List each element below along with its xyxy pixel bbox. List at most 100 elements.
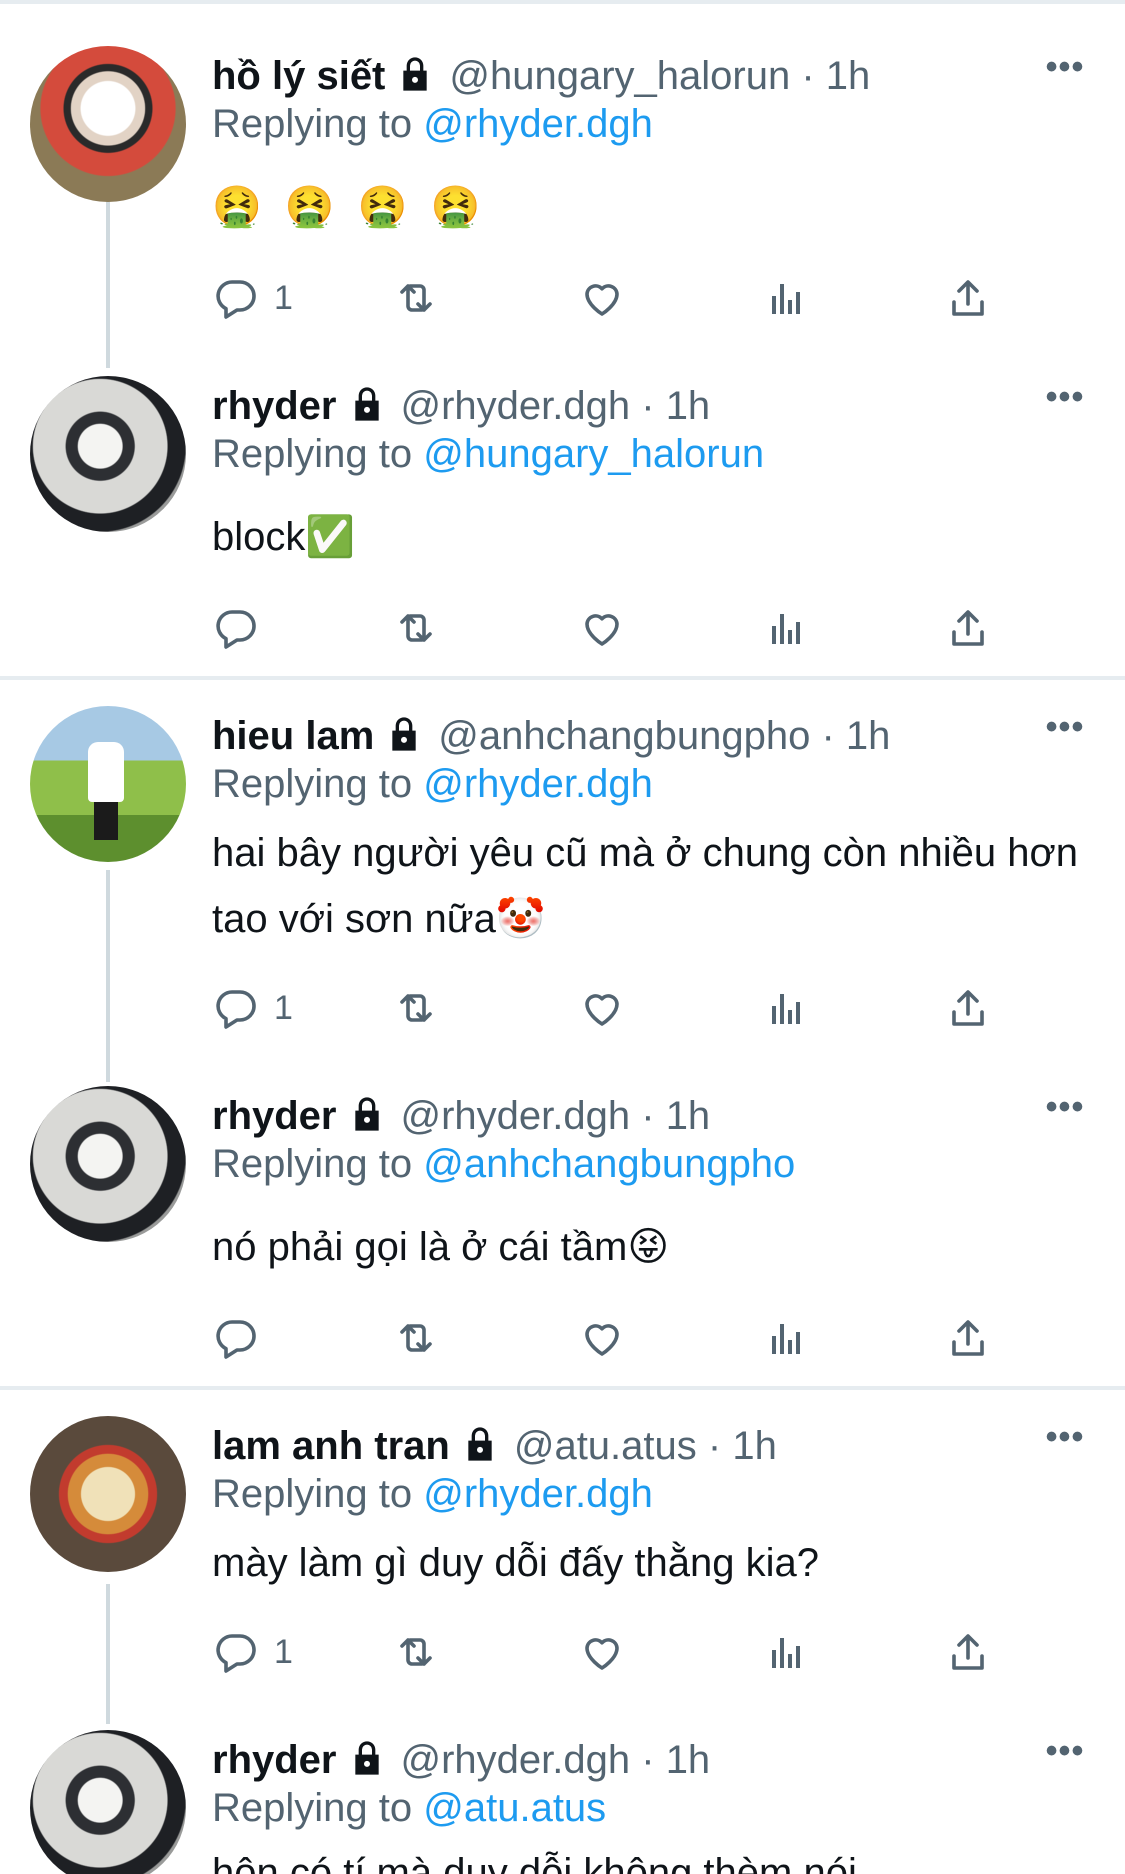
mention-link[interactable]: @atu.atus: [423, 1786, 606, 1830]
tweet-header: hồ lý siết @hungary_halorun · 1h: [212, 50, 870, 102]
display-name[interactable]: rhyder: [212, 1738, 337, 1782]
share-button[interactable]: [944, 978, 992, 1038]
views-icon: [772, 1324, 800, 1354]
like-button[interactable]: [578, 978, 626, 1038]
views-button[interactable]: [762, 1308, 810, 1368]
retweet-button[interactable]: [392, 268, 440, 328]
tweet-actions: [212, 598, 1012, 658]
more-icon[interactable]: •••: [1040, 1090, 1090, 1132]
display-name[interactable]: rhyder: [212, 1094, 337, 1138]
reply-button[interactable]: 1: [212, 978, 293, 1038]
like-button[interactable]: [578, 1308, 626, 1368]
replying-to: Replying to @rhyder.dgh: [212, 1468, 653, 1520]
user-handle[interactable]: @rhyder.dgh: [401, 1094, 631, 1138]
share-button[interactable]: [944, 598, 992, 658]
replying-label: Replying to: [212, 762, 413, 806]
tweet-actions: 1: [212, 268, 1012, 328]
user-handle[interactable]: @atu.atus: [514, 1424, 697, 1468]
tweet-text: hai bây người yêu cũ mà ở chung còn nhiề…: [212, 831, 1078, 941]
user-handle[interactable]: @hungary_halorun: [449, 54, 790, 98]
separator-dot: ·: [630, 1738, 666, 1782]
lock-icon: [392, 717, 416, 752]
separator-dot: ·: [790, 54, 826, 98]
timestamp[interactable]: 1h: [732, 1424, 777, 1468]
reply-count: 1: [274, 278, 293, 317]
conversation-divider: [0, 1386, 1125, 1390]
separator-dot: ·: [630, 1094, 666, 1138]
user-handle[interactable]: @anhchangbungpho: [438, 714, 810, 758]
tweet[interactable]: hieu lam @anhchangbungpho · 1h ••• Replyi…: [0, 706, 1125, 1046]
reply-button[interactable]: [212, 598, 274, 658]
like-button[interactable]: [578, 1622, 626, 1682]
tweet[interactable]: rhyder @rhyder.dgh · 1h ••• Replying to @…: [0, 1730, 1125, 1874]
more-icon[interactable]: •••: [1040, 1420, 1090, 1462]
avatar[interactable]: [30, 1086, 186, 1242]
retweet-button[interactable]: [392, 598, 440, 658]
lock-icon: [354, 1741, 379, 1776]
like-button[interactable]: [578, 598, 626, 658]
replying-label: Replying to: [212, 1786, 413, 1830]
reply-button[interactable]: 1: [212, 1622, 293, 1682]
tweet-header: rhyder @rhyder.dgh · 1h: [212, 1734, 710, 1786]
mention-link[interactable]: @rhyder.dgh: [423, 1472, 653, 1516]
replying-to: Replying to @rhyder.dgh: [212, 98, 653, 150]
share-button[interactable]: [944, 1308, 992, 1368]
avatar[interactable]: [30, 706, 186, 862]
replying-label: Replying to: [212, 1472, 413, 1516]
avatar[interactable]: [30, 46, 186, 202]
mention-link[interactable]: @anhchangbungpho: [423, 1142, 795, 1186]
like-button[interactable]: [578, 268, 626, 328]
tweet-text: 🤮 🤮 🤮 🤮: [212, 185, 487, 229]
timestamp[interactable]: 1h: [846, 714, 891, 758]
avatar[interactable]: [30, 1730, 186, 1874]
display-name[interactable]: lam anh tran: [212, 1424, 450, 1468]
timestamp[interactable]: 1h: [666, 384, 711, 428]
display-name[interactable]: hieu lam: [212, 714, 374, 758]
share-icon: [952, 990, 984, 1026]
share-button[interactable]: [944, 268, 992, 328]
replying-to: Replying to @atu.atus: [212, 1782, 606, 1834]
display-name[interactable]: hồ lý siết: [212, 54, 385, 98]
reply-button[interactable]: [212, 1308, 274, 1368]
more-icon[interactable]: •••: [1040, 710, 1090, 752]
tweet[interactable]: lam anh tran @atu.atus · 1h ••• Replying …: [0, 1416, 1125, 1716]
more-icon[interactable]: •••: [1040, 380, 1090, 422]
retweet-button[interactable]: [392, 1308, 440, 1368]
retweet-icon: [400, 1638, 432, 1666]
views-icon: [772, 1638, 800, 1668]
retweet-button[interactable]: [392, 978, 440, 1038]
tweet[interactable]: rhyder @rhyder.dgh · 1h ••• Replying to @…: [0, 376, 1125, 666]
views-button[interactable]: [762, 268, 810, 328]
tweet-text: hôn có tí mà duy dỗi không thèm nói: [212, 1851, 857, 1874]
like-icon: [585, 614, 619, 646]
mention-link[interactable]: @rhyder.dgh: [423, 102, 653, 146]
share-icon: [952, 610, 984, 646]
views-button[interactable]: [762, 978, 810, 1038]
retweet-button[interactable]: [392, 1622, 440, 1682]
views-button[interactable]: [762, 598, 810, 658]
lock-icon: [354, 1097, 379, 1132]
timestamp[interactable]: 1h: [666, 1738, 711, 1782]
avatar[interactable]: [30, 1416, 186, 1572]
reply-button[interactable]: 1: [212, 268, 293, 328]
timestamp[interactable]: 1h: [666, 1094, 711, 1138]
user-handle[interactable]: @rhyder.dgh: [401, 384, 631, 428]
more-icon[interactable]: •••: [1040, 1734, 1090, 1776]
share-icon: [952, 1320, 984, 1356]
timestamp[interactable]: 1h: [826, 54, 871, 98]
views-button[interactable]: [762, 1622, 810, 1682]
display-name[interactable]: rhyder: [212, 384, 337, 428]
tweet[interactable]: hồ lý siết @hungary_halorun · 1h ••• Repl…: [0, 46, 1125, 346]
share-button[interactable]: [944, 1622, 992, 1682]
tweet-actions: 1: [212, 978, 1012, 1038]
replying-to: Replying to @hungary_halorun: [212, 428, 764, 480]
retweet-icon: [400, 994, 432, 1022]
avatar[interactable]: [30, 376, 186, 532]
replying-to: Replying to @rhyder.dgh: [212, 758, 653, 810]
tweet[interactable]: rhyder @rhyder.dgh · 1h ••• Replying to @…: [0, 1086, 1125, 1376]
user-handle[interactable]: @rhyder.dgh: [401, 1738, 631, 1782]
more-icon[interactable]: •••: [1040, 50, 1090, 92]
separator-dot: ·: [630, 384, 666, 428]
mention-link[interactable]: @rhyder.dgh: [423, 762, 653, 806]
mention-link[interactable]: @hungary_halorun: [423, 432, 764, 476]
